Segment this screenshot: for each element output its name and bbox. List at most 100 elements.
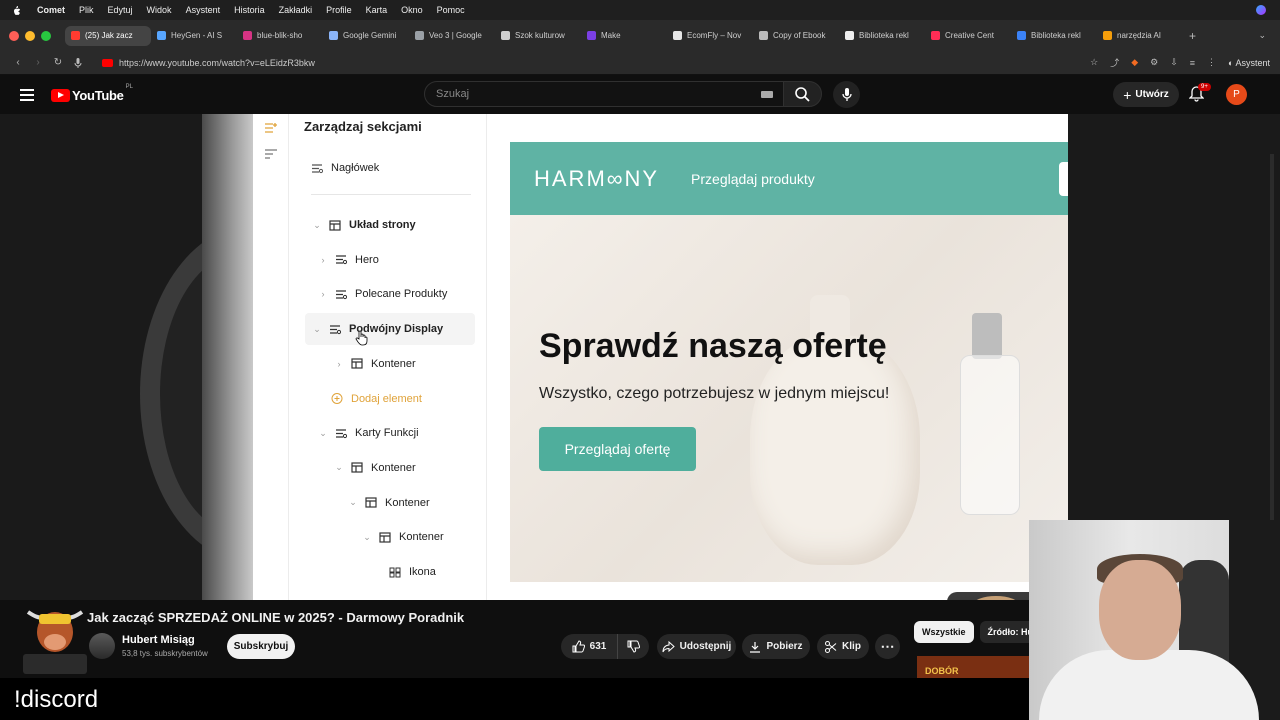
tree-item[interactable]: ⌄ Podwójny Display — [305, 313, 475, 346]
extensions-icon[interactable]: ⚙ — [1150, 57, 1158, 68]
download-icon[interactable]: ⇩ — [1170, 57, 1178, 68]
youtube-logo[interactable]: YouTube PL — [51, 84, 133, 103]
voice-search-button[interactable] — [833, 81, 860, 108]
browser-tab[interactable]: Biblioteka rekl — [1011, 26, 1097, 46]
layout-box-icon — [351, 462, 363, 473]
sections-icon — [265, 123, 277, 133]
tab-label: Creative Cent — [945, 31, 994, 40]
apple-icon[interactable] — [11, 5, 23, 16]
voice-icon[interactable]: ⋮ — [1207, 57, 1216, 68]
add-element-button[interactable]: Dodaj element — [331, 383, 422, 415]
search-input[interactable]: Szukaj — [424, 81, 784, 107]
mic-small-icon[interactable] — [68, 57, 88, 68]
sidebar-divider — [311, 194, 471, 195]
browser-tab[interactable]: blue-blik-sho — [237, 26, 323, 46]
browser-tab[interactable]: Creative Cent — [925, 26, 1011, 46]
menu-profile[interactable]: Profile — [326, 5, 352, 15]
menu-lines-icon[interactable]: ≡ — [1190, 58, 1195, 68]
tab-label: Szok kulturow — [515, 31, 565, 40]
new-tab-button[interactable]: + — [1189, 29, 1196, 43]
tree-item[interactable]: Ikona — [389, 556, 436, 588]
create-button[interactable]: + Utwórz — [1113, 82, 1179, 107]
section-settings-icon — [336, 255, 347, 265]
menu-pomoc[interactable]: Pomoc — [437, 5, 465, 15]
tree-item[interactable]: ⌄ Układ strony — [311, 209, 415, 241]
subscriber-count: 53,8 tys. subskrybentów — [122, 649, 208, 658]
assistant-button[interactable]: ◐ Asystent — [1228, 58, 1270, 68]
chevron-down-icon[interactable]: ⌄ — [333, 462, 345, 473]
keyboard-icon[interactable] — [761, 91, 773, 98]
browser-tab[interactable]: Veo 3 | Google — [409, 26, 495, 46]
like-button[interactable]: 631 — [561, 634, 617, 659]
chevron-down-icon[interactable]: ⌄ — [361, 532, 373, 543]
hamburger-menu-icon[interactable] — [20, 89, 34, 101]
menu-plik[interactable]: Plik — [79, 5, 94, 15]
menu-edytuj[interactable]: Edytuj — [108, 5, 133, 15]
search-button[interactable] — [783, 81, 822, 107]
chevron-right-icon[interactable]: › — [317, 255, 329, 265]
browser-tab[interactable]: Biblioteka rekl — [839, 26, 925, 46]
tree-item[interactable]: ⌄ Kontener — [333, 452, 415, 484]
dislike-button[interactable] — [617, 634, 649, 659]
tree-item-header[interactable]: Nagłówek — [311, 152, 379, 184]
hero-cta-button[interactable]: Przeglądaj ofertę — [539, 427, 696, 471]
chevron-down-icon[interactable]: ⌄ — [347, 497, 359, 508]
share-button[interactable]: Udostępnij — [657, 634, 736, 659]
more-actions-button[interactable]: ⋯ — [875, 634, 900, 659]
app-menu[interactable]: Comet — [37, 5, 65, 15]
minimize-window-button[interactable] — [25, 30, 35, 41]
browser-tab[interactable]: EcomFly – Nov — [667, 26, 753, 46]
download-button[interactable]: Pobierz — [742, 634, 810, 659]
chevron-down-icon[interactable]: ⌄ — [311, 220, 323, 231]
chip-all[interactable]: Wszystkie — [914, 621, 974, 643]
browser-tab[interactable]: Copy of Ebook — [753, 26, 839, 46]
header-cta-button[interactable] — [1059, 162, 1068, 196]
extension-fox-icon[interactable]: ◆ — [1131, 57, 1138, 68]
bookmark-star-icon[interactable]: ☆ — [1090, 57, 1098, 68]
menu-asystent[interactable]: Asystent — [186, 5, 221, 15]
browser-tab[interactable]: Make — [581, 26, 667, 46]
related-video-thumbnail[interactable]: DOBÓR — [917, 656, 1029, 678]
reload-icon[interactable]: ↻ — [48, 57, 68, 68]
browser-tab[interactable]: Szok kulturow — [495, 26, 581, 46]
hero-title: Sprawdź naszą ofertę — [539, 327, 887, 365]
close-window-button[interactable] — [9, 30, 19, 41]
share-link-icon[interactable]: ⤴ — [1110, 56, 1119, 69]
menu-okno[interactable]: Okno — [401, 5, 423, 15]
chevron-right-icon[interactable]: › — [333, 359, 345, 369]
tree-item[interactable]: › Hero — [317, 244, 379, 276]
download-label: Pobierz — [766, 641, 803, 652]
browser-tab[interactable]: (25) Jak zacz — [65, 25, 151, 46]
forward-icon[interactable]: › — [28, 57, 48, 68]
chevron-down-icon[interactable]: ⌄ — [317, 428, 329, 439]
subscribe-button[interactable]: Subskrybuj — [227, 634, 295, 659]
tree-item[interactable]: › Polecane Produkty — [317, 278, 448, 310]
tab-label: Make — [601, 31, 621, 40]
menu-historia[interactable]: Historia — [234, 5, 265, 15]
chevron-right-icon[interactable]: › — [317, 289, 329, 299]
tab-overflow-chevron-icon[interactable]: ⌄ — [1258, 30, 1266, 41]
notifications-button[interactable]: 9+ — [1189, 83, 1211, 102]
browser-tab[interactable]: Google Gemini — [323, 26, 409, 46]
url-field[interactable]: https://www.youtube.com/watch?v=eLEidzR3… — [102, 58, 315, 68]
menu-widok[interactable]: Widok — [147, 5, 172, 15]
channel-name[interactable]: Hubert Misiąg — [122, 634, 195, 646]
tree-item[interactable]: › Kontener — [333, 348, 416, 380]
clip-button[interactable]: Klip — [817, 634, 869, 659]
channel-avatar[interactable] — [89, 633, 115, 659]
browser-tab[interactable]: HeyGen - AI S — [151, 26, 237, 46]
nav-link-products[interactable]: Przeglądaj produkty — [691, 171, 815, 187]
menu-karta[interactable]: Karta — [366, 5, 388, 15]
tree-item[interactable]: ⌄ Kontener — [347, 487, 429, 519]
browser-tab[interactable]: narzędzia AI — [1097, 26, 1183, 46]
comet-status-icon[interactable] — [1256, 5, 1266, 15]
zoom-window-button[interactable] — [41, 30, 51, 41]
menu-zakladki[interactable]: Zakładki — [279, 5, 313, 15]
youtube-favicon-icon — [102, 58, 113, 67]
section-settings-icon — [336, 290, 347, 299]
back-icon[interactable]: ‹ — [8, 57, 28, 68]
account-avatar[interactable]: P — [1226, 84, 1247, 105]
chevron-down-icon[interactable]: ⌄ — [311, 324, 323, 335]
tree-item[interactable]: ⌄ Karty Funkcji — [317, 417, 418, 449]
tree-item[interactable]: ⌄ Kontener — [361, 521, 443, 553]
